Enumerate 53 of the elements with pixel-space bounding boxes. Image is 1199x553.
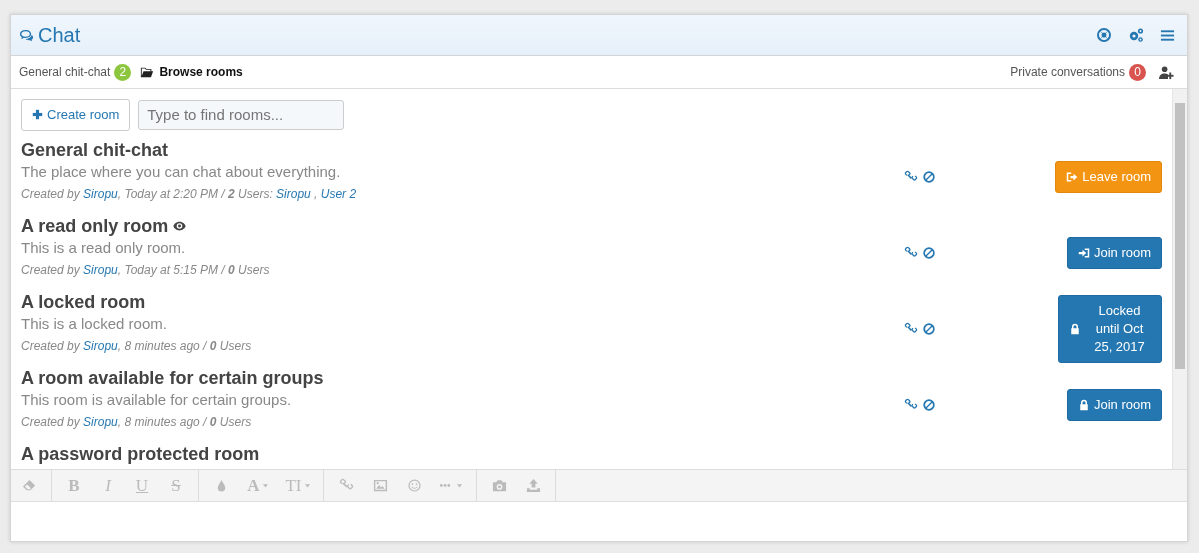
exit-icon bbox=[1066, 170, 1079, 183]
room-title[interactable]: General chit-chat bbox=[21, 138, 169, 161]
user-link[interactable]: Siropu bbox=[276, 186, 311, 201]
unread-count-badge: 2 bbox=[114, 63, 132, 81]
unread-count-badge: 0 bbox=[1129, 63, 1146, 81]
user-link[interactable]: Siropu bbox=[83, 262, 118, 277]
plus-icon bbox=[32, 109, 43, 121]
ban-icon[interactable] bbox=[922, 321, 936, 336]
link-icon[interactable] bbox=[904, 169, 918, 184]
ban-icon[interactable] bbox=[922, 245, 936, 260]
caret-icon bbox=[456, 483, 463, 488]
window-title: Chat bbox=[38, 23, 81, 48]
room-meta: Created by Siropu, 8 minutes ago / 0 Users bbox=[21, 414, 252, 429]
link-icon[interactable] bbox=[904, 321, 918, 336]
private-conversations-link[interactable]: Private conversations bbox=[1010, 63, 1125, 81]
room-action-button[interactable]: Join room bbox=[1066, 236, 1162, 269]
room-meta: Created by Siropu, Today at 5:15 PM / 0 Users bbox=[21, 262, 270, 277]
user-link[interactable]: Siropu bbox=[83, 414, 118, 429]
link-icon[interactable] bbox=[904, 397, 918, 412]
user-link[interactable]: User 2 bbox=[320, 186, 357, 201]
settings-icon[interactable] bbox=[1128, 27, 1144, 43]
tab[interactable]: Browse rooms bbox=[139, 63, 243, 81]
ban-icon[interactable] bbox=[922, 397, 936, 412]
caret-icon bbox=[261, 483, 269, 488]
lock-icon bbox=[1069, 322, 1081, 335]
room-title[interactable]: A locked room bbox=[21, 290, 146, 313]
link-icon[interactable] bbox=[904, 245, 918, 260]
tab[interactable]: General chit-chat bbox=[19, 63, 111, 81]
create-room-button[interactable]: Create room bbox=[21, 99, 131, 131]
scrollbar[interactable] bbox=[1172, 89, 1187, 469]
help-icon[interactable] bbox=[1096, 27, 1112, 43]
room-title[interactable]: A password protected room bbox=[21, 442, 260, 465]
room-description: This is a read only room. bbox=[21, 237, 187, 258]
room-description: This is a locked room. bbox=[21, 313, 168, 334]
room-title[interactable]: A room available for certain groups bbox=[21, 366, 324, 389]
room-description: This room is available for certain groups. bbox=[21, 389, 293, 410]
menu-icon[interactable] bbox=[1160, 27, 1175, 43]
room-title[interactable]: A read only room bbox=[21, 214, 169, 237]
room-meta: Created by Siropu, Today at 2:20 PM / 2 Users: Siropu , User 2 bbox=[21, 186, 357, 201]
chat-bubbles-icon bbox=[19, 27, 34, 43]
room-action-button[interactable]: Locked until Oct 25, 2017 bbox=[1058, 294, 1162, 363]
room-description: The place where you can chat about everything. bbox=[21, 161, 342, 182]
sign-in-icon bbox=[1077, 246, 1090, 259]
room-action-button[interactable]: Join room bbox=[1066, 388, 1162, 421]
ban-icon[interactable] bbox=[922, 169, 936, 184]
folder-icon bbox=[139, 65, 156, 79]
search-field[interactable]: Type to find rooms... bbox=[138, 99, 345, 130]
caret-icon bbox=[303, 483, 311, 488]
user-link[interactable]: Siropu bbox=[83, 338, 118, 353]
room-meta: Created by Siropu, 8 minutes ago / 0 Users bbox=[21, 338, 252, 353]
user-link[interactable]: Siropu bbox=[83, 186, 118, 201]
lock-icon bbox=[1077, 398, 1090, 411]
add-user-icon[interactable] bbox=[1158, 64, 1175, 80]
